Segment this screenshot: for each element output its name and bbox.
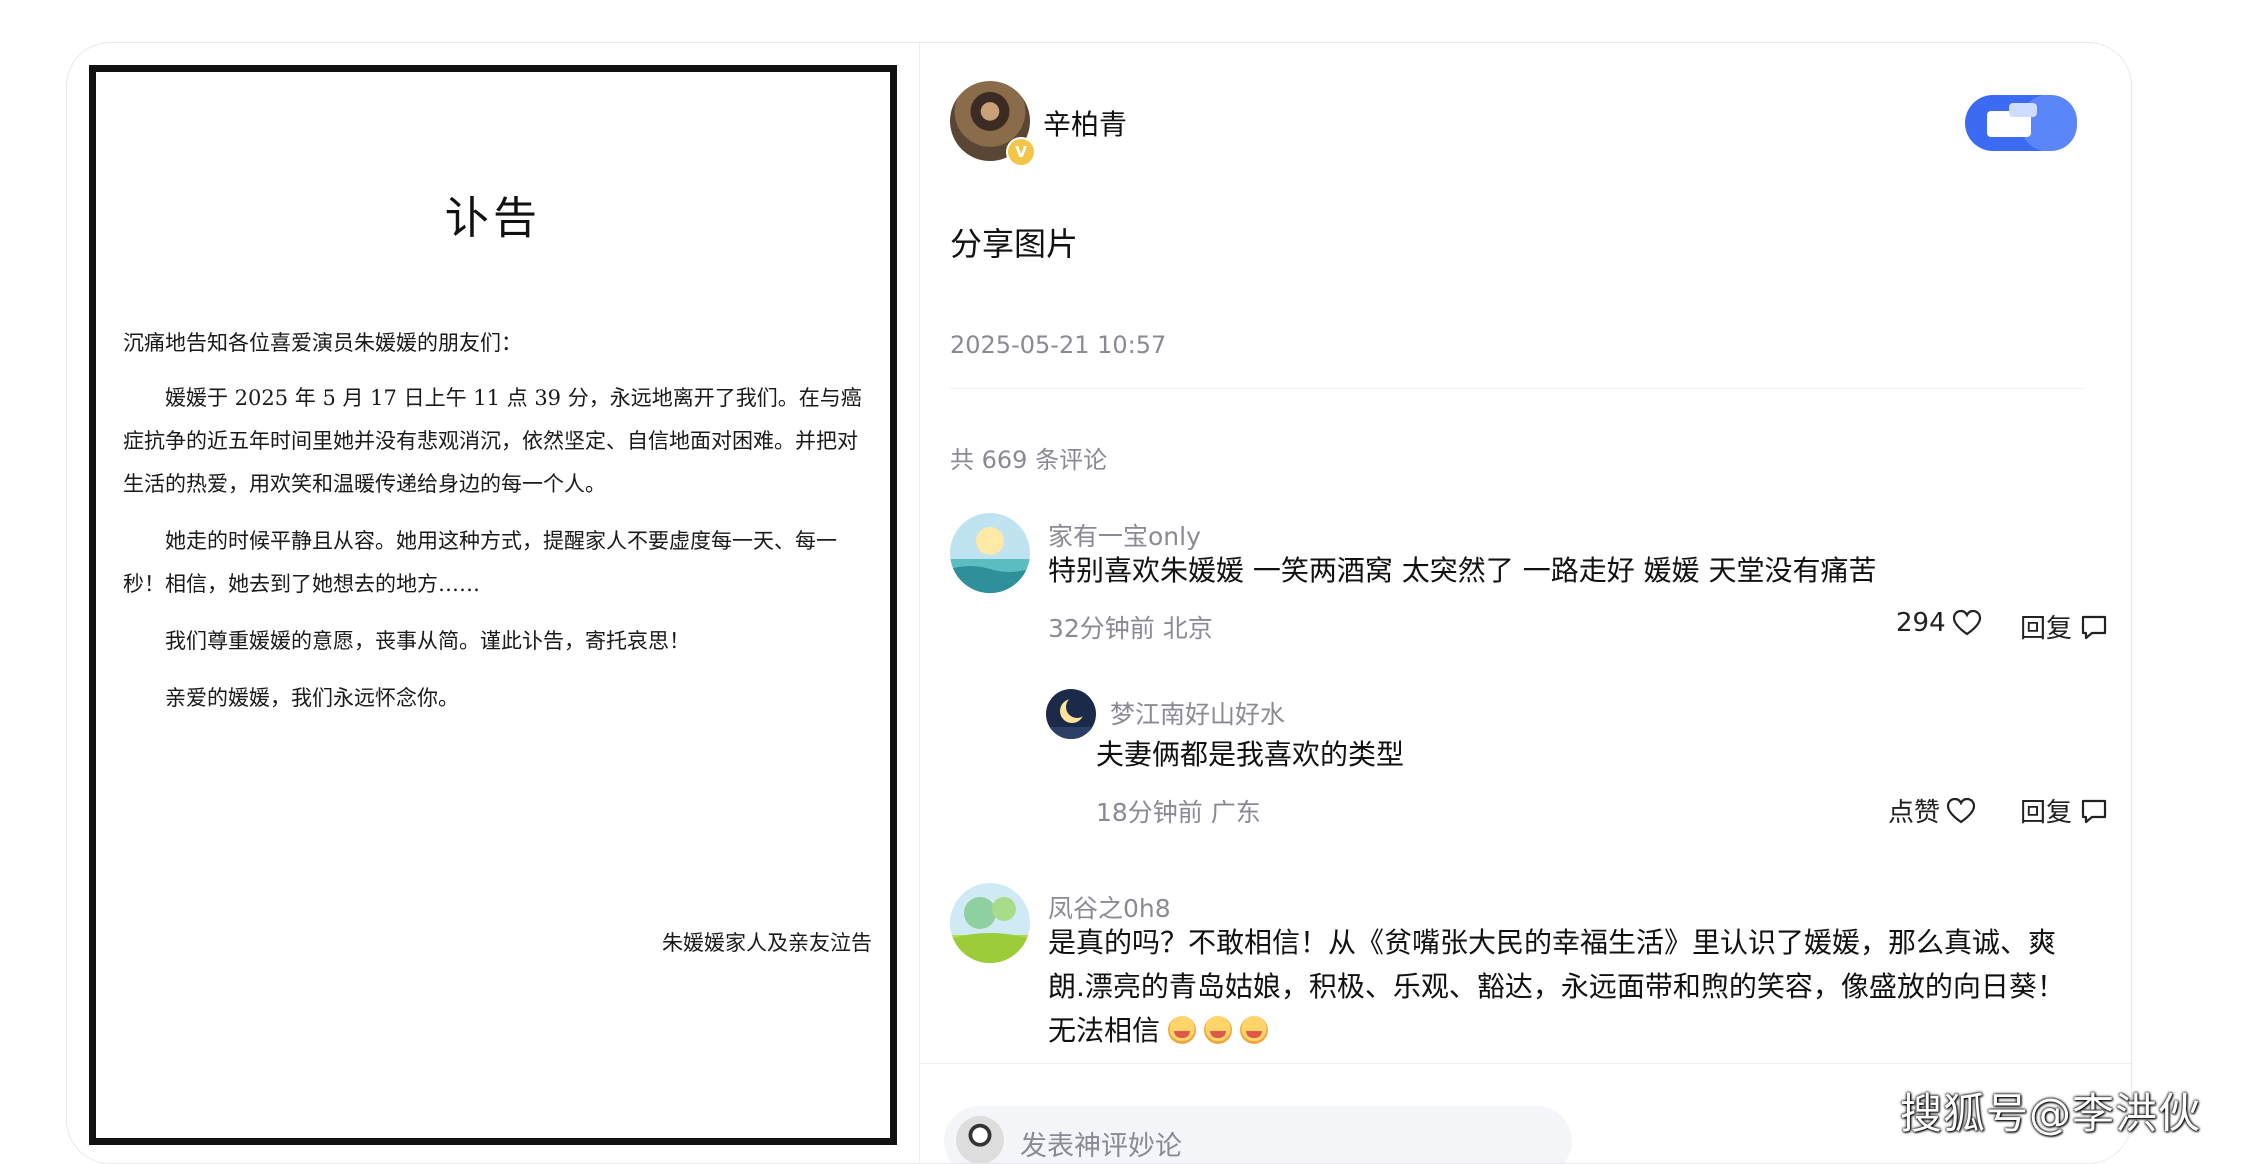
crying-emoji-icon	[1168, 1016, 1197, 1044]
commenter-name[interactable]: 凤谷之0h8	[1048, 889, 1171, 925]
reply-button[interactable]: 回复	[2020, 608, 2108, 645]
commenter-name[interactable]: 梦江南好山好水	[1110, 695, 1285, 731]
like-button[interactable]: 点赞	[1888, 792, 1976, 829]
watermark: 搜狐号@李洪伙	[1900, 1089, 2202, 1138]
like-count: 294	[1896, 608, 1946, 638]
comment-text: 夫妻俩都是我喜欢的类型	[1096, 738, 1405, 771]
section-divider	[950, 388, 2083, 389]
obituary-greeting: 沉痛地告知各位喜爱演员朱媛媛的朋友们：	[123, 331, 522, 355]
post-detail-panel: V 辛柏青 分享图片 2025-05-21 10:57 共 669 条评论 家有…	[920, 43, 2131, 1163]
post-timestamp: 2025-05-21 10:57	[950, 331, 1167, 359]
like-button[interactable]: 294	[1896, 608, 1982, 638]
obituary-image[interactable]: 讣告 沉痛地告知各位喜爱演员朱媛媛的朋友们： 媛媛于 2025 年 5 月 17…	[85, 61, 965, 1161]
comment-text: 是真的吗？不敢相信！从《贫嘴张大民的幸福生活》里认识了媛媛，那么真诚、爽 朗.漂…	[1048, 921, 2065, 1053]
post-card: 讣告 沉痛地告知各位喜爱演员朱媛媛的朋友们： 媛媛于 2025 年 5 月 17…	[66, 42, 2132, 1164]
commenter-avatar[interactable]	[950, 513, 1030, 593]
obituary-paragraph: 媛媛于 2025 年 5 月 17 日上午 11 点 39 分，永远地离开了我们…	[123, 386, 862, 496]
comment-text: 特别喜欢朱媛媛 一笑两酒窝 太突然了 一路走好 媛媛 天堂没有痛苦	[1048, 554, 1877, 587]
obituary-paragraph: 她走的时候平静且从容。她用这种方式，提醒家人不要虚度每一天、每一秒！相信，她去到…	[123, 529, 837, 596]
obituary-frame: 讣告 沉痛地告知各位喜爱演员朱媛媛的朋友们： 媛媛于 2025 年 5 月 17…	[89, 65, 897, 1145]
sohu-logo-icon	[1965, 95, 2077, 151]
verified-badge-icon: V	[1006, 137, 1036, 167]
comment-meta: 32分钟前 北京	[1048, 614, 1213, 643]
crying-emoji-icon	[1204, 1016, 1233, 1044]
comment-text-fragment: 无法相信	[1048, 1014, 1161, 1047]
comment-text-line: 朗.漂亮的青岛姑娘，积极、乐观、豁达，永远面带和煦的笑容，像盛放的向日葵！	[1048, 970, 2065, 1003]
comment-count: 共 669 条评论	[950, 446, 1108, 474]
comment-input[interactable]: 发表神评妙论	[944, 1106, 1572, 1163]
current-user-avatar	[956, 1116, 1004, 1163]
commenter-avatar[interactable]	[950, 883, 1030, 963]
crying-emoji-icon	[1240, 1016, 1269, 1044]
obituary-paragraph: 我们尊重媛媛的意愿，丧事从简。谨此讣告，寄托哀思！	[165, 629, 690, 653]
obituary-title: 讣告	[445, 193, 541, 244]
comment-bubble-icon	[2081, 615, 2107, 639]
like-label: 点赞	[1888, 798, 1941, 828]
comment-bubble-icon	[2081, 799, 2107, 823]
heart-icon	[1946, 797, 1976, 823]
reply-label: 回复	[2020, 798, 2073, 828]
commenter-avatar[interactable]	[1046, 689, 1096, 739]
reply-button[interactable]: 回复	[2020, 792, 2108, 829]
comment-text-line: 是真的吗？不敢相信！从《贫嘴张大民的幸福生活》里认识了媛媛，那么真诚、爽	[1048, 926, 2057, 959]
obituary-signature: 朱媛媛家人及亲友泣告	[662, 931, 872, 955]
comment-meta: 18分钟前 广东	[1096, 798, 1261, 827]
post-text: 分享图片	[950, 225, 1079, 263]
obituary-paragraph: 亲爱的媛媛，我们永远怀念你。	[165, 686, 459, 710]
author-name[interactable]: 辛柏青	[1043, 103, 1127, 143]
heart-icon	[1952, 609, 1981, 636]
commenter-name[interactable]: 家有一宝only	[1048, 517, 1201, 553]
comment-input-placeholder: 发表神评妙论	[1020, 1131, 1182, 1162]
comment-text-line: 无法相信	[1048, 1009, 2065, 1053]
reply-label: 回复	[2020, 614, 2073, 644]
obituary-body: 沉痛地告知各位喜爱演员朱媛媛的朋友们： 媛媛于 2025 年 5 月 17 日上…	[123, 322, 868, 734]
